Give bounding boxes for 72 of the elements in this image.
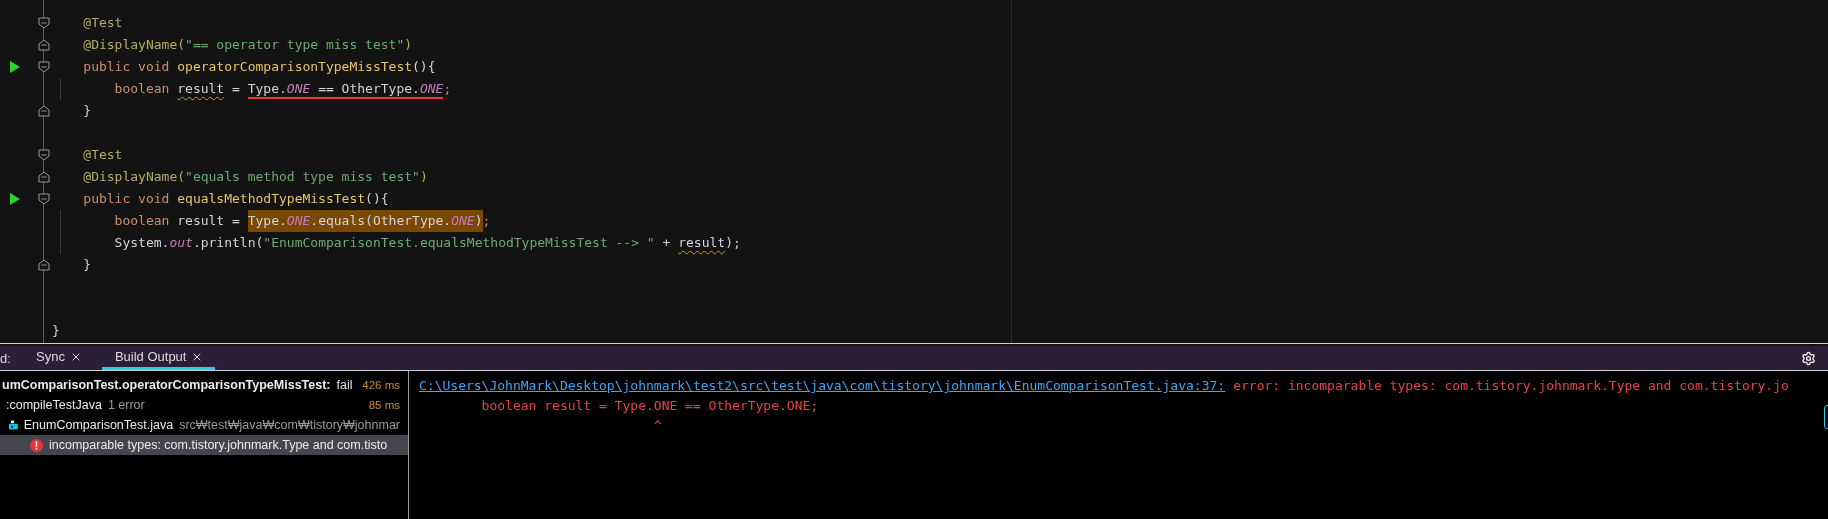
duration: 85 ms: [368, 399, 400, 411]
fold-icon[interactable]: [38, 105, 50, 117]
code-token: +: [661, 234, 672, 252]
tree-item[interactable]: incomparable types: com.tistory.johnmark.Type and com.tisto: [0, 435, 408, 455]
code-token: result: [678, 234, 726, 252]
tree-item[interactable]: :compileTestJava 1 error 85 ms: [0, 395, 408, 415]
code-token: ;: [482, 212, 491, 230]
code-token: boolean: [113, 80, 171, 98]
code-token: boolean: [113, 212, 171, 230]
tab[interactable]: Sync: [30, 346, 94, 370]
code-token: .println(: [192, 234, 264, 252]
item-detail: 1 error: [107, 398, 145, 412]
error-message: error: incomparable types: com.tistory.johnmark.Type and com.tistory.jo: [1233, 377, 1789, 395]
java-file-icon: [9, 418, 18, 432]
run-icon[interactable]: [10, 193, 20, 205]
item-detail: src₩test₩java₩com₩tistory₩johnmar: [179, 418, 400, 432]
fold-icon[interactable]: [38, 149, 50, 161]
tree-item-label: :compileTestJava: [6, 398, 102, 412]
code-token: @DisplayName(: [82, 36, 186, 54]
code-token: ONE: [286, 80, 311, 97]
code-token: Type.: [247, 80, 287, 97]
status-text: fail: [336, 378, 353, 392]
code-token: }: [52, 322, 60, 340]
code-token: ): [474, 212, 483, 230]
fold-icon[interactable]: [38, 61, 50, 73]
duration: 426 ms: [362, 379, 400, 391]
code-token: =: [231, 80, 241, 98]
code-token: }: [82, 102, 92, 120]
code-token: }: [82, 256, 92, 274]
output-line: boolean result = Type.ONE == OtherType.ONE;: [480, 397, 819, 415]
code-token: "equals method type miss test": [185, 168, 420, 186]
code-token: ONE: [286, 212, 311, 230]
code-token: (){: [412, 58, 436, 76]
code-token: result: [177, 80, 225, 98]
tree-item[interactable]: umComparisonTest.operatorComparisonTypeMissTest: fail 426 ms: [0, 375, 408, 395]
fold-icon[interactable]: [38, 17, 50, 29]
code-token: ;: [443, 80, 452, 98]
tree-item[interactable]: EnumComparisonTest.java src₩test₩java₩com₩tistory₩johnmar: [0, 415, 408, 435]
tree-item-label: incomparable types: com.tistory.johnmark.Type and com.tisto: [49, 438, 388, 452]
code-token: equalsMethodTypeMissTest: [177, 190, 366, 208]
error-icon: [30, 438, 43, 452]
tree-item-label: umComparisonTest.operatorComparisonTypeMissTest:: [2, 378, 331, 392]
code-token: "EnumComparisonTest.equalsMethodTypeMissTest --> ": [263, 234, 655, 252]
file-link[interactable]: C:\Users\JohnMark\Desktop\johnmark\test2\src\test\java\com\tistory\johnmark\EnumComparisonTest.java:37:: [419, 376, 1226, 396]
code-token: ): [404, 36, 413, 54]
settings-icon[interactable]: [1801, 350, 1816, 366]
tree-item-label: EnumComparisonTest.java: [23, 418, 174, 432]
run-icon[interactable]: [10, 61, 20, 73]
code-token: @Test: [82, 14, 123, 32]
code-token: == OtherType.: [317, 80, 420, 97]
fold-icon[interactable]: [38, 193, 50, 205]
code-token: @DisplayName(: [82, 168, 186, 186]
fold-icon[interactable]: [38, 171, 50, 183]
code-token: operatorComparisonTypeMissTest: [177, 58, 413, 76]
code-token: result =: [177, 212, 241, 230]
code-token: out: [169, 234, 193, 252]
code-token: System.: [113, 234, 170, 252]
fold-icon[interactable]: [38, 39, 50, 51]
code-token: "== operator type miss test": [185, 36, 405, 54]
code-token: public void: [82, 190, 171, 208]
code-token: ONE: [419, 80, 444, 97]
code-token: Type.: [247, 212, 287, 230]
code-token: @Test: [82, 146, 123, 164]
code-token: .equals(OtherType.: [310, 212, 452, 230]
code-token: (){: [365, 190, 389, 208]
code-token: public void: [82, 58, 171, 76]
code-token: );: [725, 234, 741, 252]
fold-icon[interactable]: [38, 259, 50, 271]
output-line: ^: [652, 417, 662, 435]
tool-window-label: d:: [0, 349, 12, 368]
code-token: ONE: [451, 212, 475, 230]
code-token: ): [419, 168, 428, 186]
